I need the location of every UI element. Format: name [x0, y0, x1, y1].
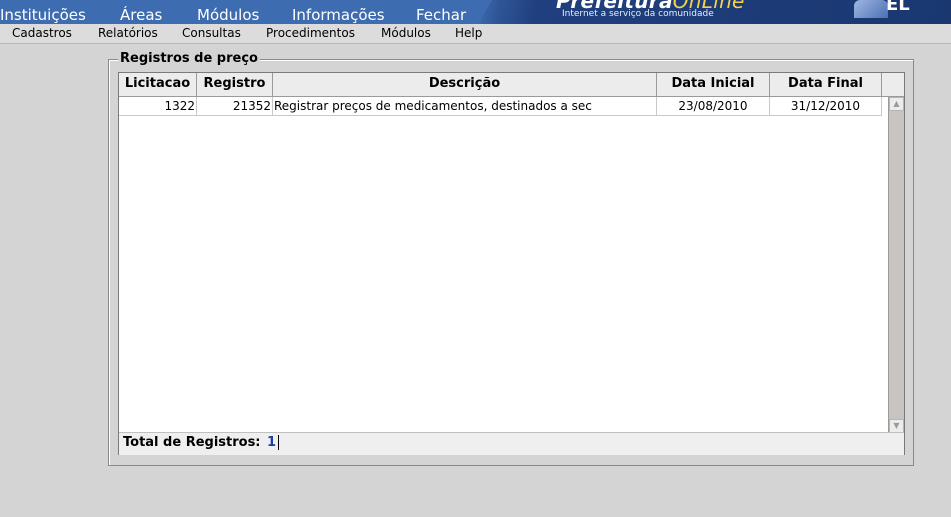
table-header: Licitacao Registro Descrição Data Inicia…: [119, 73, 904, 97]
total-registros-label: Total de Registros:: [123, 435, 261, 450]
nav-instituicoes[interactable]: Instituições: [0, 5, 86, 24]
column-header-data-inicial[interactable]: Data Inicial: [657, 73, 770, 96]
menu-bar: Cadastros Relatórios Consultas Procedime…: [0, 24, 951, 44]
cell-data-inicial: 23/08/2010: [657, 97, 770, 115]
emblem-icon: [854, 0, 888, 18]
vertical-scrollbar[interactable]: ▲ ▼: [888, 97, 904, 433]
cell-descricao: Registrar preços de medicamentos, destin…: [273, 97, 657, 115]
top-banner: Instituições Áreas Módulos Informações F…: [0, 0, 951, 24]
brand-subtitle: Internet a serviço da comunidade: [562, 9, 714, 19]
column-header-data-final[interactable]: Data Final: [770, 73, 882, 96]
table-footer: Total de Registros: 1: [119, 432, 904, 455]
brand-area: PrefeituraOnLine Internet a serviço da c…: [478, 0, 951, 24]
menu-relatorios[interactable]: Relatórios: [98, 26, 158, 40]
menu-help[interactable]: Help: [455, 26, 482, 40]
group-title: Registros de preço: [118, 51, 260, 66]
menu-consultas[interactable]: Consultas: [182, 26, 241, 40]
column-header-licitacao[interactable]: Licitacao: [119, 73, 197, 96]
nav-informacoes[interactable]: Informações: [292, 5, 385, 24]
menu-cadastros[interactable]: Cadastros: [12, 26, 72, 40]
cell-data-final: 31/12/2010: [770, 97, 882, 115]
nav-fechar[interactable]: Fechar: [416, 5, 466, 24]
nav-areas[interactable]: Áreas: [120, 5, 162, 24]
column-header-registro[interactable]: Registro: [197, 73, 273, 96]
table-row[interactable]: 1322 21352 Registrar preços de medicamen…: [119, 97, 882, 116]
menu-modulos[interactable]: Módulos: [381, 26, 431, 40]
cell-licitacao: 1322: [119, 97, 197, 115]
scroll-down-icon[interactable]: ▼: [889, 419, 904, 433]
nav-modulos[interactable]: Módulos: [197, 5, 259, 24]
cell-registro: 21352: [197, 97, 273, 115]
column-header-descricao[interactable]: Descrição: [273, 73, 657, 96]
scroll-up-icon[interactable]: ▲: [889, 97, 904, 111]
registros-table-panel: Licitacao Registro Descrição Data Inicia…: [118, 72, 905, 455]
brand-corner-text: EL: [886, 0, 910, 15]
menu-procedimentos[interactable]: Procedimentos: [266, 26, 355, 40]
total-registros-value: 1: [267, 435, 280, 450]
